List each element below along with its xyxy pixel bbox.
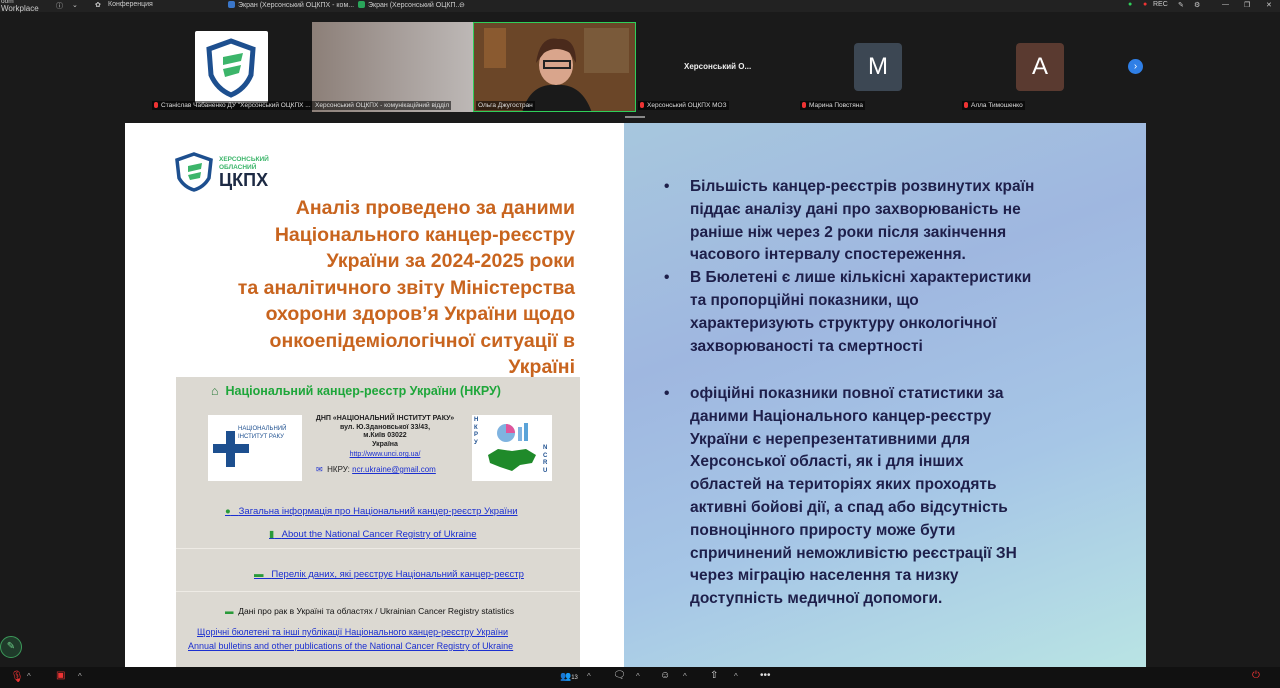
settings-icon[interactable]: ⚙ xyxy=(1194,1,1200,9)
participant-tile-comm-dept[interactable] xyxy=(312,22,473,112)
mic-muted-icon[interactable]: 🎙 xyxy=(10,670,24,683)
participant-name: Станіслав Чабаненко ДУ "Херсонський ОЦКП… xyxy=(152,101,313,110)
ukraine-map-icon xyxy=(488,423,536,471)
camera-off-icon[interactable]: ▣ xyxy=(56,670,65,681)
institute-logo: НАЦІОНАЛЬНИЙ ІНСТИТУТ РАКУ xyxy=(208,415,302,481)
institute-address: ДНП «НАЦІОНАЛЬНИЙ ІНСТИТУТ РАКУ» вул. Ю.… xyxy=(310,415,460,460)
registry-link-data-list[interactable]: ▬ Перелік даних, які реєструє Національн… xyxy=(254,569,524,580)
chevron-up-icon[interactable]: ^ xyxy=(587,672,591,681)
bullet-item: • В Бюлетені є лише кількісні характерис… xyxy=(664,269,1032,355)
logo-line1: ХЕРСОНСЬКИЙ xyxy=(219,156,269,163)
logo-main: ЦКПХ xyxy=(219,170,269,190)
shared-screen: ХЕРСОНСЬКИЙ ОБЛАСНИЙ ЦКПХ Аналіз проведе… xyxy=(125,123,1146,667)
mail-icon: ✉ xyxy=(316,465,323,474)
minimize-icon[interactable]: — xyxy=(1222,1,1229,8)
registry-screenshot: ⌂ Національний канцер-реєстр України (НК… xyxy=(176,377,580,667)
bullet-list-top: • Більшість канцер-реєстрів розвинутих к… xyxy=(664,176,1070,358)
bulletins-link-ua[interactable]: Щорічні бюлетені та інші публікації Наці… xyxy=(197,627,508,637)
rec-dot-icon: ● xyxy=(1143,1,1148,8)
meeting-toolbar: 🎙 ^ ▣ ^ 👥13 ^ 🗨 ^ ☺ ^ ⇧ ^ ••• ⏻ xyxy=(0,667,1280,688)
resize-handle[interactable] xyxy=(625,116,645,118)
pen-icon[interactable]: ✎ xyxy=(0,636,22,658)
registry-header: ⌂ Національний канцер-реєстр України (НК… xyxy=(211,384,501,398)
email-link[interactable]: ncr.ukraine@gmail.com xyxy=(352,465,436,474)
folder-icon: ▬ xyxy=(225,606,234,616)
mic-muted-icon xyxy=(802,102,806,108)
ckph-logo: ХЕРСОНСЬКИЙ ОБЛАСНИЙ ЦКПХ xyxy=(173,152,269,197)
bullet-list-bottom: • офіційні показники повної статистики з… xyxy=(664,383,1070,611)
mic-muted-icon xyxy=(154,102,158,108)
more-icon[interactable]: ••• xyxy=(760,670,771,681)
leave-icon[interactable]: ⏻ xyxy=(1252,670,1260,681)
avatar-povstiana[interactable]: M xyxy=(854,43,902,91)
shield-icon: ● xyxy=(1128,1,1133,8)
annotate-icon[interactable]: ✎ xyxy=(1178,1,1184,9)
tab-screen-2[interactable]: Экран (Херсонський ОЦКП... xyxy=(358,1,461,9)
restore-icon[interactable]: ❐ xyxy=(1244,1,1250,9)
chevron-up-icon[interactable]: ^ xyxy=(78,672,82,681)
window-title-bar: oom Workplace ⓘ ⌄ ✿ Конференция Экран (Хе… xyxy=(0,0,1280,12)
next-page-icon[interactable]: › xyxy=(1128,59,1143,74)
more-icon[interactable]: ⊖ xyxy=(459,1,465,9)
participant-name: Марина Повстяна xyxy=(800,101,865,110)
participant-name: Херсонський ОЦКПХ - комунікаційний відді… xyxy=(313,101,452,110)
shield-logo-icon xyxy=(206,38,256,98)
slide-title: Аналіз проведено за даними Національного… xyxy=(237,197,575,378)
mic-muted-icon xyxy=(640,102,644,108)
app-name: oom Workplace xyxy=(1,0,39,13)
participant-tile-active-speaker[interactable] xyxy=(473,22,636,112)
info-icon[interactable]: ⓘ xyxy=(56,1,63,11)
close-icon[interactable]: ✕ xyxy=(1266,1,1272,9)
chat-icon[interactable]: 🗨 xyxy=(613,670,626,681)
registry-link-about[interactable]: ▮ About the National Cancer Registry of … xyxy=(269,529,477,540)
participant-name: Херсонський ОЦКПХ МОЗ xyxy=(638,101,729,110)
shield-logo-icon xyxy=(175,152,213,192)
chevron-up-icon[interactable]: ^ xyxy=(636,672,640,681)
participant-name: Ольга Джугостран xyxy=(476,101,535,110)
share-screen-icon[interactable]: ⇧ xyxy=(710,670,718,681)
participant-tile-moz-name: Херсонський О... xyxy=(684,62,752,71)
slide-left-panel: ХЕРСОНСЬКИЙ ОБЛАСНИЙ ЦКПХ Аналіз проведе… xyxy=(125,123,624,667)
mic-muted-icon xyxy=(964,102,968,108)
participant-name: Алла Тимошенко xyxy=(962,101,1025,110)
registry-link-general[interactable]: ● Загальна інформація про Національний к… xyxy=(225,506,518,517)
chevron-up-icon[interactable]: ^ xyxy=(734,672,738,681)
conference-label[interactable]: Конференция xyxy=(108,1,153,8)
speaker-video xyxy=(474,23,635,111)
chevron-up-icon[interactable]: ^ xyxy=(27,672,31,681)
avatar-tymoshenko[interactable]: A xyxy=(1016,43,1064,91)
stats-label: ▬ Дані про рак в Україні та областях / U… xyxy=(225,606,515,616)
nkru-logo: НКРУ NCRU xyxy=(472,415,552,481)
rec-label: REC xyxy=(1153,1,1168,8)
bullet-item: • офіційні показники повної статистики з… xyxy=(664,385,1017,608)
conference-icon: ✿ xyxy=(95,2,101,9)
bullet-item: • Більшість канцер-реєстрів розвинутих к… xyxy=(664,178,1035,264)
screen-icon xyxy=(228,1,235,8)
tab-screen-1[interactable]: Экран (Херсонський ОЦКПХ - ком... xyxy=(228,1,354,9)
participants-icon[interactable]: 👥13 xyxy=(560,671,578,682)
screen-icon xyxy=(358,1,365,8)
home-icon: ⌂ xyxy=(211,384,219,398)
bulletins-link-en[interactable]: Annual bulletins and other publications … xyxy=(188,641,513,651)
email-row: ✉ НКРУ: ncr.ukraine@gmail.com xyxy=(316,465,436,474)
dropdown-icon[interactable]: ⌄ xyxy=(72,1,78,9)
participant-tile-chabanenko[interactable] xyxy=(195,31,268,103)
chevron-up-icon[interactable]: ^ xyxy=(683,672,687,681)
website-link[interactable]: http://www.unci.org.ua/ xyxy=(310,451,460,460)
reactions-icon[interactable]: ☺ xyxy=(660,670,670,681)
